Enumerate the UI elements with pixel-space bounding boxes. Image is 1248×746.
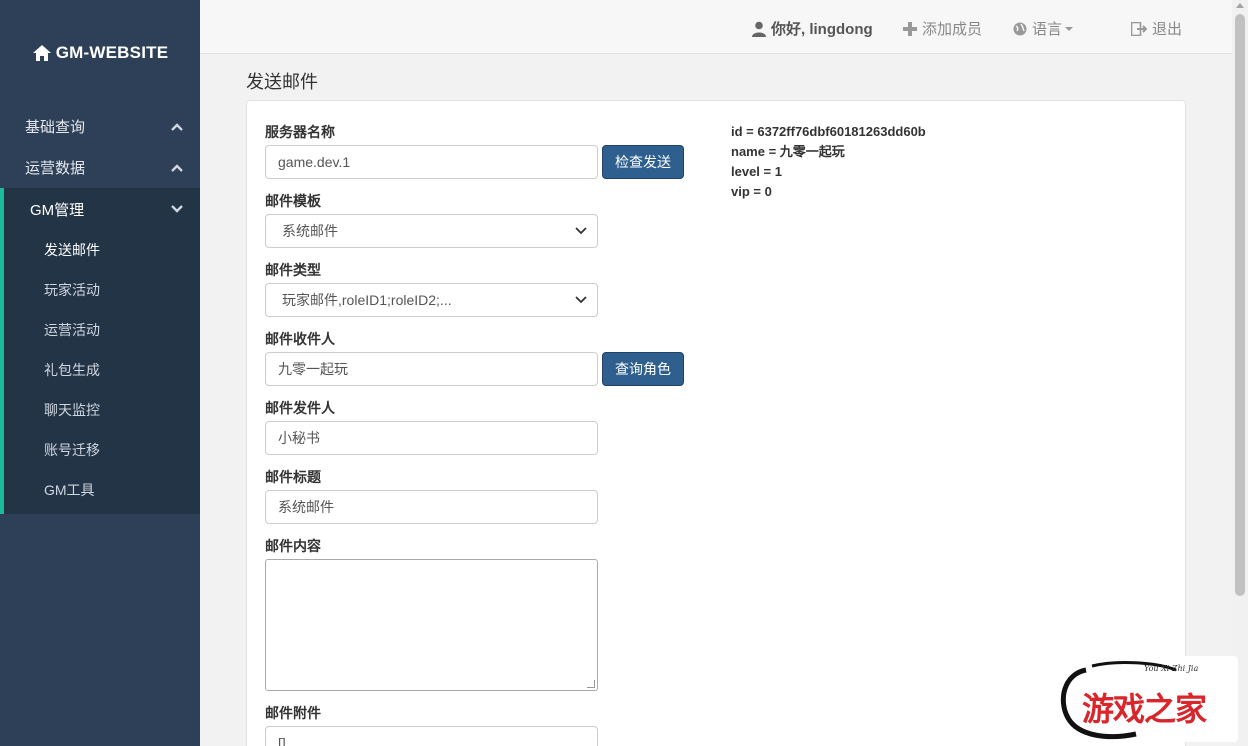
logout-link[interactable]: 退出: [1131, 18, 1182, 39]
plus-icon: [903, 21, 917, 36]
attachment-input-value: []: [278, 735, 286, 746]
language-dropdown[interactable]: 语言: [1013, 18, 1079, 39]
sidebar-item-operation-activity[interactable]: 运营活动: [4, 310, 200, 350]
sidebar-item-gift-generate[interactable]: 礼包生成: [4, 350, 200, 390]
template-label: 邮件模板: [265, 193, 321, 209]
scroll-up-arrow-icon[interactable]: [1236, 3, 1244, 8]
sidebar-group-label: GM管理: [30, 201, 85, 219]
sidebar-group-label: 基础查询: [25, 119, 86, 136]
template-select[interactable]: 系统邮件: [265, 214, 598, 248]
type-select[interactable]: 玩家邮件,roleID1;roleID2;...: [265, 283, 598, 317]
user-greeting-text: 你好, lingdong: [771, 21, 873, 38]
watermark-logo: You Xi Zhi Jia 游戏之家: [1056, 656, 1238, 742]
brand[interactable]: GM-WEBSITE: [0, 0, 200, 106]
chevron-up-icon: [170, 120, 184, 134]
server-input[interactable]: game.dev.1: [265, 145, 598, 179]
sidebar-item-account-migrate[interactable]: 账号迁移: [4, 430, 200, 470]
chevron-down-icon: [170, 202, 184, 216]
server-label: 服务器名称: [265, 124, 335, 140]
logout-text: 退出: [1152, 21, 1183, 38]
role-info: id = 6372ff76dbf60181263dd60b name = 九零一…: [731, 122, 926, 202]
page-title: 发送邮件: [246, 72, 318, 92]
language-text: 语言: [1032, 21, 1063, 38]
subject-label: 邮件标题: [265, 469, 321, 485]
watermark-script: You Xi Zhi Jia: [1144, 664, 1199, 673]
user-icon: [752, 21, 766, 37]
attachment-label: 邮件附件: [265, 705, 321, 721]
sender-input[interactable]: 小秘书: [265, 421, 598, 455]
sidebar-item-gm-tools[interactable]: GM工具: [4, 470, 200, 510]
globe-icon: [1013, 22, 1027, 35]
recipient-input-value: 九零一起玩: [278, 361, 348, 377]
role-info-line: vip = 0: [731, 184, 772, 199]
sidebar-item-chat-monitor[interactable]: 聊天监控: [4, 390, 200, 430]
chevron-up-icon: [170, 161, 184, 175]
type-label: 邮件类型: [265, 262, 321, 278]
scroll-thumb[interactable]: [1235, 14, 1245, 596]
resize-handle-icon[interactable]: [587, 680, 595, 688]
add-member-link[interactable]: 添加成员: [903, 18, 982, 39]
template-select-value: 系统邮件: [282, 223, 338, 239]
recipient-input[interactable]: 九零一起玩: [265, 352, 598, 386]
brand-name: GM-WEBSITE: [55, 43, 169, 62]
top-navbar: 你好, lingdong 添加成员 语言 退出: [200, 0, 1232, 54]
sender-input-value: 小秘书: [278, 430, 320, 446]
attachment-input[interactable]: []: [265, 726, 598, 746]
sidebar-item-player-activity[interactable]: 玩家活动: [4, 270, 200, 310]
sidebar: GM-WEBSITE 基础查询 运营数据 GM管理 发送邮件 玩家活动 运营活动…: [0, 0, 200, 746]
sender-label: 邮件发件人: [265, 400, 335, 416]
sidebar-item-send-mail[interactable]: 发送邮件: [4, 230, 200, 270]
content-textarea[interactable]: [265, 559, 598, 691]
role-info-line: level = 1: [731, 164, 782, 179]
recipient-label: 邮件收件人: [265, 331, 335, 347]
gm-submenu: 发送邮件 玩家活动 运营活动 礼包生成 聊天监控 账号迁移 GM工具: [0, 230, 200, 514]
chevron-down-icon: [575, 296, 587, 304]
server-input-value: game.dev.1: [278, 154, 351, 170]
caret-down-icon: [1065, 26, 1074, 31]
add-member-text: 添加成员: [922, 21, 983, 38]
user-greeting[interactable]: 你好, lingdong: [752, 18, 873, 39]
chevron-down-icon: [575, 227, 587, 235]
home-icon: [32, 44, 52, 62]
page-scrollbar[interactable]: [1232, 0, 1248, 746]
subject-input[interactable]: 系统邮件: [265, 490, 598, 524]
content-label: 邮件内容: [265, 538, 321, 554]
sidebar-group-gm-management[interactable]: GM管理: [0, 188, 200, 230]
sidebar-group-basic-query[interactable]: 基础查询: [0, 106, 200, 147]
sidebar-group-operation-data[interactable]: 运营数据: [0, 147, 200, 188]
logout-icon: [1131, 21, 1147, 36]
query-role-button[interactable]: 查询角色: [602, 352, 684, 386]
check-send-button[interactable]: 检查发送: [602, 145, 684, 179]
watermark-text: 游戏之家: [1082, 691, 1207, 727]
role-info-line: id = 6372ff76dbf60181263dd60b: [731, 124, 926, 139]
sidebar-group-label: 运营数据: [25, 160, 86, 177]
subject-input-value: 系统邮件: [278, 499, 334, 515]
role-info-line: name = 九零一起玩: [731, 144, 845, 159]
type-select-value: 玩家邮件,roleID1;roleID2;...: [282, 292, 452, 308]
